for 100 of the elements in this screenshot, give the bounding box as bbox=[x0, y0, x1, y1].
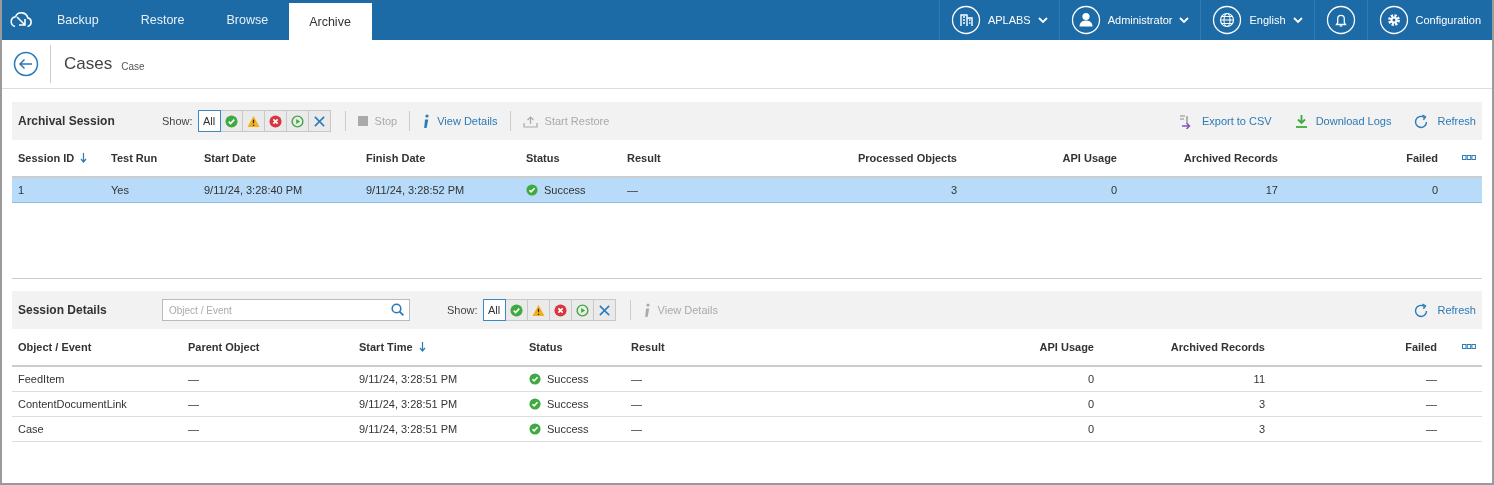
check-circle-icon bbox=[526, 184, 538, 196]
filter-button[interactable]: All bbox=[482, 299, 506, 321]
table-cell: 9/11/24, 3:28:51 PM bbox=[353, 367, 523, 392]
filter-button[interactable] bbox=[526, 299, 550, 321]
globe-icon bbox=[1212, 5, 1243, 35]
check-circle-icon bbox=[529, 398, 541, 410]
nav-tab[interactable]: Backup bbox=[40, 0, 120, 40]
close-icon bbox=[312, 114, 326, 128]
panel-title: Archival Session bbox=[18, 114, 116, 128]
play-circle-icon bbox=[290, 114, 304, 128]
search-field[interactable]: Object / Event bbox=[162, 299, 410, 321]
table-cell: — bbox=[625, 367, 900, 392]
table-cell: 9/11/24, 3:28:51 PM bbox=[353, 392, 523, 417]
nav-tab[interactable]: Archive bbox=[289, 3, 372, 40]
toolbar-button[interactable]: Refresh bbox=[1391, 113, 1476, 129]
table-cell: 0 bbox=[1284, 178, 1444, 203]
toolbar-button[interactable]: Download Logs bbox=[1271, 114, 1392, 128]
chevron-down-icon bbox=[1037, 16, 1048, 24]
chevron-down-icon bbox=[1179, 16, 1190, 24]
refresh-icon bbox=[1414, 113, 1430, 129]
error-circle-icon bbox=[268, 114, 282, 128]
filter-button[interactable] bbox=[307, 110, 331, 132]
nav-tab[interactable]: Restore bbox=[119, 0, 206, 40]
table-cell: 3 bbox=[1100, 417, 1271, 442]
table-cell: 0 bbox=[900, 367, 1100, 392]
play-circle-icon bbox=[575, 303, 589, 317]
page-title: Cases bbox=[64, 54, 113, 74]
table-cell: 17 bbox=[1123, 178, 1284, 203]
nav-tab[interactable]: Browse bbox=[205, 0, 290, 40]
status-cell: Success bbox=[523, 417, 625, 442]
toolbar-button[interactable]: Refresh bbox=[1391, 302, 1476, 318]
column-settings-button[interactable] bbox=[1462, 155, 1476, 161]
table-cell: 9/11/24, 3:28:52 PM bbox=[360, 178, 520, 203]
filter-button[interactable] bbox=[285, 110, 309, 132]
table-cell: 3 bbox=[800, 178, 963, 203]
table-cell: — bbox=[182, 392, 353, 417]
column-header[interactable]: Failed bbox=[1271, 329, 1443, 367]
nav-menu[interactable]: Administrator bbox=[1058, 0, 1201, 40]
column-header[interactable]: Object / Event bbox=[12, 329, 182, 367]
nav-menu[interactable]: APLABS bbox=[938, 0, 1059, 40]
table-cell: 0 bbox=[900, 392, 1100, 417]
table-cell: 3 bbox=[1100, 392, 1271, 417]
table-cell: — bbox=[182, 417, 353, 442]
error-circle-icon bbox=[553, 303, 567, 317]
check-circle-icon bbox=[529, 373, 541, 385]
table-cell: 0 bbox=[900, 417, 1100, 442]
nav-menu[interactable]: English bbox=[1200, 0, 1314, 40]
table-cell: 1 bbox=[12, 178, 105, 203]
column-header[interactable]: Status bbox=[523, 329, 625, 367]
back-button[interactable] bbox=[13, 51, 39, 77]
close-icon bbox=[597, 303, 611, 317]
filter-button[interactable]: All bbox=[197, 110, 221, 132]
chevron-down-icon bbox=[1292, 16, 1303, 24]
filter-button[interactable] bbox=[241, 110, 265, 132]
table-cell: 9/11/24, 3:28:51 PM bbox=[353, 417, 523, 442]
nav-menu[interactable]: Configuration bbox=[1366, 0, 1492, 40]
check-circle-icon bbox=[509, 303, 523, 317]
column-header[interactable]: Archived Records bbox=[1100, 329, 1271, 367]
show-label: Show: bbox=[447, 304, 478, 316]
check-circle-icon bbox=[224, 114, 238, 128]
filter-button[interactable] bbox=[592, 299, 616, 321]
filter-button[interactable] bbox=[548, 299, 572, 321]
table-cell: Yes bbox=[105, 178, 198, 203]
table-cell: 11 bbox=[1100, 367, 1271, 392]
table-cell: — bbox=[1271, 392, 1443, 417]
table-cell: — bbox=[182, 367, 353, 392]
column-settings-button[interactable] bbox=[1462, 344, 1476, 350]
sort-down-icon bbox=[418, 342, 426, 352]
sort-down-icon bbox=[80, 153, 88, 163]
warning-icon bbox=[246, 114, 260, 128]
table-cell: — bbox=[1271, 417, 1443, 442]
table-cell: ContentDocumentLink bbox=[12, 392, 182, 417]
refresh-icon bbox=[1414, 302, 1430, 318]
page-subtitle: Case bbox=[121, 60, 145, 72]
warning-icon bbox=[531, 303, 545, 317]
status-cell: Success bbox=[523, 367, 625, 392]
stop-icon bbox=[357, 116, 368, 126]
bell-icon bbox=[1325, 5, 1356, 35]
table-cell bbox=[1444, 178, 1482, 203]
column-header[interactable]: Parent Object bbox=[182, 329, 353, 367]
download-icon bbox=[1294, 114, 1308, 128]
column-header[interactable]: API Usage bbox=[900, 329, 1100, 367]
filter-button[interactable] bbox=[263, 110, 287, 132]
table-cell: Case bbox=[12, 417, 182, 442]
table-cell: 0 bbox=[963, 178, 1123, 203]
search-icon bbox=[391, 303, 404, 316]
toolbar-button[interactable]: Export to CSV bbox=[1155, 113, 1272, 129]
table-cell: — bbox=[625, 392, 900, 417]
filter-button[interactable] bbox=[570, 299, 594, 321]
settings-icon bbox=[1378, 5, 1409, 35]
columns-icon bbox=[1462, 344, 1476, 350]
show-label: Show: bbox=[162, 115, 193, 127]
action-button[interactable]: View Details bbox=[410, 113, 510, 129]
filter-button[interactable] bbox=[219, 110, 243, 132]
filter-button[interactable] bbox=[504, 299, 528, 321]
column-header[interactable]: Result bbox=[625, 329, 900, 367]
column-header[interactable]: Start Time bbox=[353, 329, 523, 367]
panel-title: Session Details bbox=[18, 303, 108, 317]
check-circle-icon bbox=[529, 423, 541, 435]
building-icon bbox=[950, 5, 981, 35]
